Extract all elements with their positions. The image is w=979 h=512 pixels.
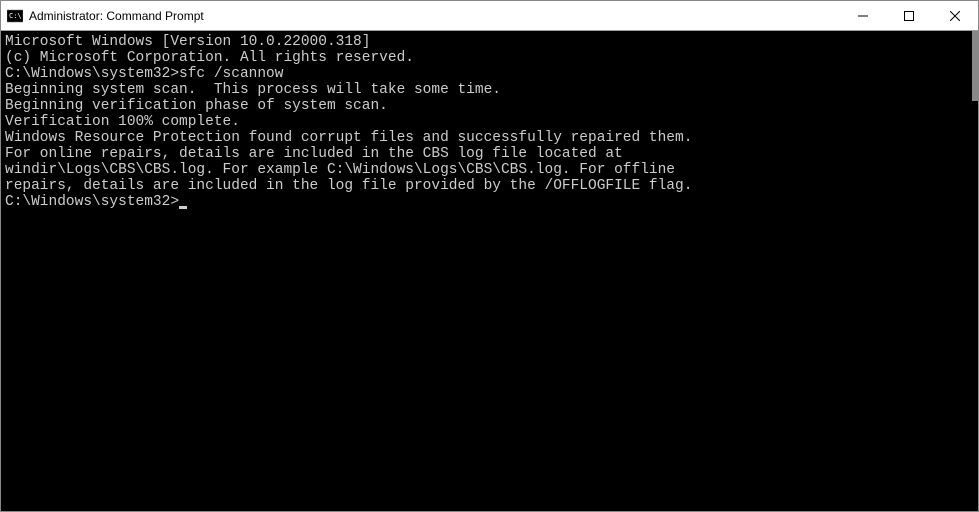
output-line: Microsoft Windows [Version 10.0.22000.31… [5, 34, 974, 50]
output-line: Beginning verification phase of system s… [5, 98, 974, 114]
maximize-button[interactable] [886, 1, 932, 30]
prompt-path: C:\Windows\system32> [5, 194, 179, 210]
output-line: windir\Logs\CBS\CBS.log. For example C:\… [5, 162, 974, 178]
cursor [179, 206, 187, 209]
svg-text:C:\: C:\ [9, 12, 22, 20]
terminal-output: Microsoft Windows [Version 10.0.22000.31… [1, 31, 978, 213]
command-prompt-window: C:\ Administrator: Command Prompt Micros… [0, 0, 979, 512]
output-line: (c) Microsoft Corporation. All rights re… [5, 50, 974, 66]
titlebar[interactable]: C:\ Administrator: Command Prompt [1, 1, 978, 31]
output-line: For online repairs, details are included… [5, 146, 974, 162]
output-line: Windows Resource Protection found corrup… [5, 130, 974, 146]
prompt-line: C:\Windows\system32>sfc /scannow [5, 66, 974, 82]
prompt-path: C:\Windows\system32> [5, 66, 179, 82]
prompt-line: C:\Windows\system32> [5, 194, 974, 210]
output-line: Beginning system scan. This process will… [5, 82, 974, 98]
command-text: sfc /scannow [179, 66, 283, 82]
scrollbar-thumb[interactable] [972, 31, 978, 101]
output-line: Verification 100% complete. [5, 114, 974, 130]
minimize-button[interactable] [840, 1, 886, 30]
app-icon: C:\ [7, 8, 23, 24]
close-button[interactable] [932, 1, 978, 30]
window-controls [840, 1, 978, 30]
output-line: repairs, details are included in the log… [5, 178, 974, 194]
window-title: Administrator: Command Prompt [29, 9, 840, 23]
terminal-area[interactable]: Microsoft Windows [Version 10.0.22000.31… [1, 31, 978, 511]
